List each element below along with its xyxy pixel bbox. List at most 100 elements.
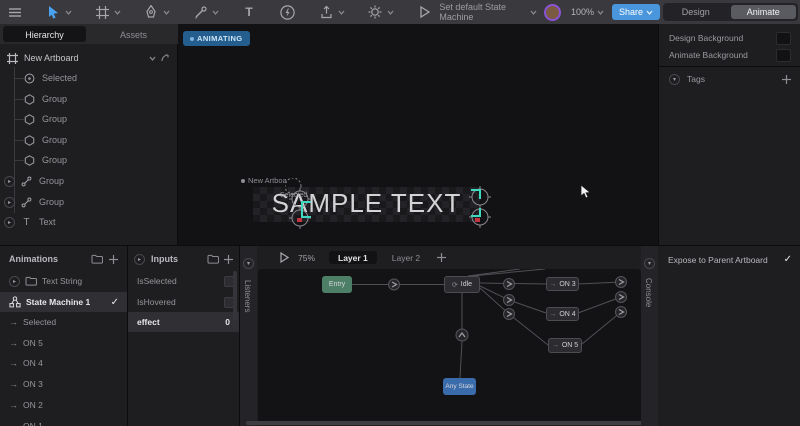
tree-item-label: Group (42, 155, 68, 165)
input-row-effect[interactable]: effect 0 (128, 312, 239, 332)
animate-background-swatch[interactable] (776, 48, 791, 62)
default-state-machine-dropdown[interactable]: Set default State Machine (439, 2, 526, 22)
animation-row-on5[interactable]: → ON 5 (0, 333, 127, 353)
design-background-swatch[interactable] (776, 31, 791, 45)
tree-item-label: Group (42, 94, 68, 104)
inputs-folder-icon[interactable] (207, 254, 219, 264)
tab-layer-2[interactable]: Layer 2 (383, 251, 429, 264)
tree-row-text[interactable]: ▸ T Text (0, 212, 178, 232)
tags-label: Tags (687, 74, 705, 84)
export-chevron-icon[interactable] (338, 10, 345, 15)
artboard-options-icon[interactable] (160, 53, 170, 63)
selection-handles[interactable] (285, 178, 495, 238)
animation-row-state-machine-1[interactable]: State Machine 1 ✓ (0, 292, 127, 312)
pen-tool-icon[interactable] (143, 4, 159, 20)
tree-row-group-expandable[interactable]: ▸ Group (0, 171, 178, 191)
listeners-expand-icon[interactable]: ▾ (243, 258, 254, 269)
artboard-chevron-icon[interactable] (149, 56, 156, 61)
loop-icon: ⟳ (451, 281, 458, 289)
canvas-zoom-level[interactable]: 100% (571, 7, 594, 17)
console-strip: ▾ Console (641, 246, 658, 426)
add-layer-icon[interactable] (437, 253, 447, 262)
animation-row-on2[interactable]: → ON 2 (0, 395, 127, 415)
zoom-chevron-icon[interactable] (597, 10, 604, 15)
expand-icon[interactable]: ▸ (4, 216, 15, 228)
state-machine-graph[interactable]: Entry ⟳ Idle → ON 3 → ON 4 → ON 5 Any St… (258, 269, 641, 422)
user-avatar[interactable] (543, 3, 561, 21)
tab-hierarchy[interactable]: Hierarchy (3, 26, 86, 42)
expand-icon[interactable]: ▸ (9, 275, 20, 287)
bolt-tool-icon[interactable] (279, 4, 295, 20)
expose-check-icon[interactable]: ✓ (784, 254, 792, 265)
node-entry[interactable]: Entry (322, 276, 352, 293)
node-on3[interactable]: → ON 3 (546, 277, 579, 291)
add-input-icon[interactable] (224, 254, 233, 264)
animation-row-on1[interactable]: → ON 1 (0, 416, 127, 426)
tree-row-group-expandable[interactable]: ▸ Group (0, 192, 178, 212)
animation-row-text-string[interactable]: ▸ Text String (0, 271, 127, 291)
add-animation-icon[interactable] (109, 254, 118, 264)
expand-icon[interactable]: ▸ (4, 175, 15, 187)
animation-row-on4[interactable]: → ON 4 (0, 353, 127, 373)
console-expand-icon[interactable]: ▾ (644, 258, 655, 269)
bone-icon (21, 197, 32, 208)
settings-chevron-icon[interactable] (387, 10, 394, 15)
tree-row-group[interactable]: Group (0, 89, 178, 109)
node-idle[interactable]: ⟳ Idle (444, 276, 480, 293)
knife-tool-icon[interactable] (192, 4, 208, 20)
graph-zoom-level[interactable]: 75% (298, 253, 315, 263)
group-icon (24, 154, 35, 166)
node-any-state[interactable]: Any State (443, 378, 476, 395)
text-tool-icon[interactable]: T (241, 4, 257, 20)
inputs-scrollbar[interactable] (233, 271, 237, 321)
new-folder-icon[interactable] (91, 254, 103, 264)
artboard-canvas-label[interactable]: New Artboa (241, 176, 287, 185)
tree-item-label: Group (42, 135, 68, 145)
state-machine-chevron-icon[interactable] (530, 10, 537, 15)
graph-play-icon[interactable] (280, 252, 289, 263)
input-row-ishovered[interactable]: IsHovered (128, 292, 239, 312)
export-icon[interactable] (318, 4, 334, 20)
graph-scrollbar[interactable] (246, 421, 650, 425)
tree-row-selected[interactable]: Selected (0, 68, 178, 88)
animating-badge: ANIMATING (183, 31, 250, 46)
tree-row-artboard[interactable]: New Artboard (0, 48, 178, 68)
share-button[interactable]: Share (611, 4, 660, 20)
inputs-expand-icon[interactable]: ▸ (134, 253, 145, 265)
node-on5[interactable]: → ON 5 (548, 338, 582, 353)
input-name: effect (137, 317, 160, 327)
menu-icon[interactable] (7, 4, 23, 20)
animations-header: Animations (0, 248, 127, 270)
animate-mode-tab[interactable]: Animate (730, 5, 796, 19)
tree-row-group[interactable]: Group (0, 109, 178, 129)
expand-icon[interactable]: ▸ (4, 196, 15, 208)
tree-item-label: Text (39, 217, 56, 227)
select-tool-chevron-icon[interactable] (65, 10, 72, 15)
animate-background-row: Animate Background (659, 47, 800, 63)
add-tag-icon[interactable] (782, 74, 791, 84)
tab-assets[interactable]: Assets (92, 26, 175, 42)
animation-label: ON 5 (23, 338, 43, 348)
transition-arrow-icon: → (9, 317, 18, 327)
pen-tool-chevron-icon[interactable] (163, 10, 170, 15)
animating-dot-icon (190, 36, 194, 41)
knife-tool-chevron-icon[interactable] (212, 10, 219, 15)
design-canvas[interactable]: ANIMATING New Artboa SAMPLE TEXT Selecte… (178, 24, 658, 245)
tree-row-group[interactable]: Group (0, 150, 178, 170)
settings-gear-icon[interactable] (367, 4, 383, 20)
tags-expand-icon[interactable]: ▾ (669, 73, 680, 85)
play-icon[interactable] (418, 4, 431, 20)
select-tool-icon[interactable] (45, 4, 61, 20)
expose-row[interactable]: Expose to Parent Artboard ✓ (668, 254, 792, 265)
tab-layer-1[interactable]: Layer 1 (329, 251, 377, 264)
artboard-tool-chevron-icon[interactable] (114, 10, 121, 15)
input-row-isselected[interactable]: IsSelected (128, 271, 239, 291)
artboard-tool-icon[interactable] (94, 4, 110, 20)
design-mode-tab[interactable]: Design (663, 4, 729, 20)
listeners-label: Listeners (243, 280, 252, 313)
tree-row-group[interactable]: Group (0, 130, 178, 150)
animation-row-selected[interactable]: → Selected (0, 312, 127, 332)
input-value[interactable]: 0 (225, 317, 230, 327)
animation-row-on3[interactable]: → ON 3 (0, 374, 127, 394)
node-on4[interactable]: → ON 4 (546, 307, 579, 321)
